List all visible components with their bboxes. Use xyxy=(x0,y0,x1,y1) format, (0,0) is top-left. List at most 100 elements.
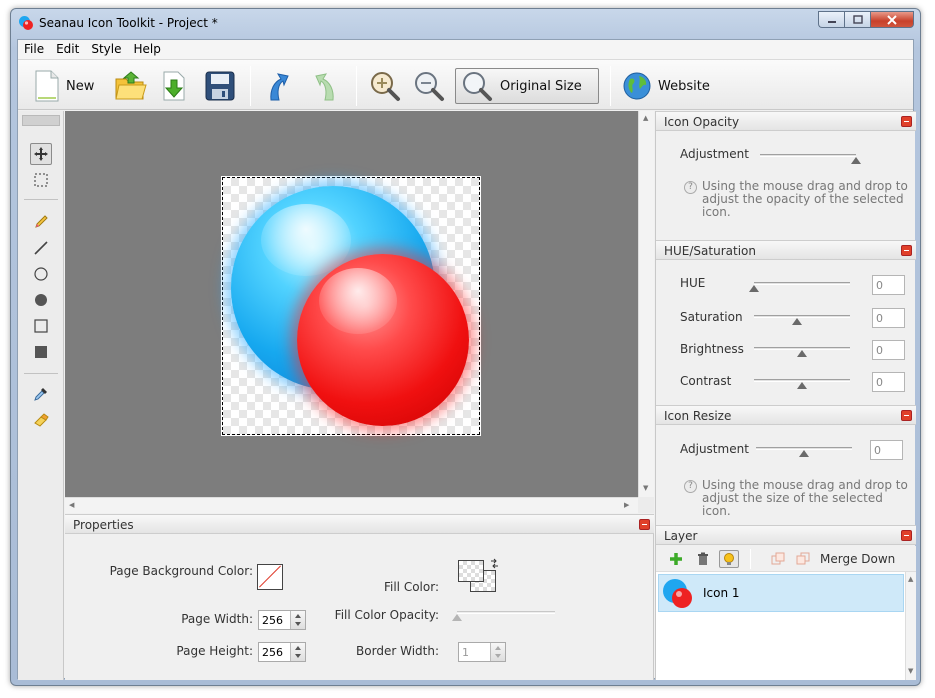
merge-down-button[interactable]: Merge Down xyxy=(820,552,895,566)
website-button[interactable]: Website xyxy=(622,68,710,104)
hue-slider[interactable] xyxy=(749,279,850,292)
slider-thumb[interactable] xyxy=(797,382,807,389)
slider-thumb[interactable] xyxy=(851,157,861,164)
canvas-area[interactable] xyxy=(65,111,638,497)
move-layer-down-button[interactable] xyxy=(793,550,813,568)
border-width-spin-buttons[interactable] xyxy=(490,643,505,661)
rectangle-filled-tool[interactable] xyxy=(30,341,52,363)
zoom-in-button[interactable] xyxy=(368,68,402,104)
marquee-select-tool[interactable] xyxy=(30,169,52,191)
zoom-in-icon xyxy=(371,72,400,101)
resize-slider[interactable] xyxy=(756,444,852,457)
icon-opacity-close-button[interactable] xyxy=(901,116,912,127)
close-button[interactable] xyxy=(870,11,914,28)
menu-bar: File Edit Style Help xyxy=(18,40,913,60)
zoom-out-button[interactable] xyxy=(412,68,446,104)
layer-item[interactable]: Icon 1 xyxy=(658,574,904,612)
add-layer-button[interactable] xyxy=(666,550,686,568)
fill-color-opacity-label: Fill Color Opacity: xyxy=(334,608,439,622)
close-icon xyxy=(887,14,897,25)
page-background-color-swatch[interactable] xyxy=(257,564,283,590)
minimize-button[interactable] xyxy=(818,11,844,28)
window-controls xyxy=(818,11,914,28)
menu-file[interactable]: File xyxy=(18,40,50,59)
icon-resize-title: Icon Resize xyxy=(664,409,732,423)
page-height-spin-buttons[interactable] xyxy=(290,643,305,661)
page-height-stepper[interactable]: 256 xyxy=(258,642,306,662)
menu-help[interactable]: Help xyxy=(127,40,166,59)
slider-track xyxy=(754,282,850,285)
brightness-slider[interactable] xyxy=(754,344,850,357)
resize-adjustment-label: Adjustment xyxy=(680,442,749,456)
rectangle-filled-icon xyxy=(35,346,47,358)
menu-style[interactable]: Style xyxy=(85,40,127,59)
layer-list-scrollbar[interactable]: ▲ ▼ xyxy=(905,572,916,680)
hue-label: HUE xyxy=(680,276,706,290)
page-width-spin-buttons[interactable] xyxy=(290,611,305,629)
move-tool[interactable] xyxy=(30,143,52,165)
fill-color-opacity-slider[interactable] xyxy=(452,608,555,621)
properties-close-button[interactable] xyxy=(639,519,650,530)
swap-colors-icon[interactable] xyxy=(489,558,500,569)
brightness-value-input[interactable]: 0 xyxy=(872,340,905,360)
saturation-slider[interactable] xyxy=(754,312,850,325)
slider-thumb[interactable] xyxy=(797,350,807,357)
ellipse-outline-tool[interactable] xyxy=(30,263,52,285)
fill-color-label: Fill Color: xyxy=(383,580,439,594)
icon-resize-close-button[interactable] xyxy=(901,410,912,421)
contrast-value-input[interactable]: 0 xyxy=(872,372,905,392)
original-size-button[interactable]: Original Size xyxy=(455,68,599,104)
eyedropper-tool[interactable] xyxy=(30,383,52,405)
contrast-slider[interactable] xyxy=(754,376,850,389)
slider-thumb[interactable] xyxy=(799,450,809,457)
line-icon xyxy=(34,241,48,255)
opacity-slider[interactable] xyxy=(760,151,861,164)
delete-layer-button[interactable] xyxy=(693,550,713,568)
scroll-down-icon[interactable]: ▼ xyxy=(908,667,913,675)
move-layer-up-button[interactable] xyxy=(768,550,788,568)
layer-close-button[interactable] xyxy=(901,530,912,541)
scroll-corner xyxy=(638,497,654,513)
border-width-stepper[interactable]: 1 xyxy=(458,642,506,662)
layer-down-icon xyxy=(796,552,810,565)
canvas-horizontal-scrollbar[interactable]: ◀ ▶ xyxy=(65,497,638,513)
scroll-right-icon[interactable]: ▶ xyxy=(624,501,629,509)
new-document-icon xyxy=(35,70,59,102)
slider-thumb[interactable] xyxy=(792,318,803,325)
ellipse-filled-tool[interactable] xyxy=(30,289,52,311)
hue-saturation-close-button[interactable] xyxy=(901,245,912,256)
page-width-stepper[interactable]: 256 xyxy=(258,610,306,630)
hue-saturation-header: HUE/Saturation xyxy=(656,240,916,260)
hue-value-input[interactable]: 0 xyxy=(872,275,905,295)
import-button[interactable] xyxy=(158,68,192,104)
scroll-up-icon[interactable]: ▲ xyxy=(908,575,913,583)
redo-button[interactable] xyxy=(312,68,338,104)
icon-document[interactable] xyxy=(221,176,481,436)
resize-hint: Using the mouse drag and drop to adjust … xyxy=(702,478,908,518)
client-area: File Edit Style Help New Original Size W… xyxy=(17,39,916,680)
tool-palette-grip[interactable] xyxy=(22,115,60,126)
line-tool[interactable] xyxy=(30,237,52,259)
icon-opacity-header: Icon Opacity xyxy=(656,111,916,131)
rectangle-outline-tool[interactable] xyxy=(30,315,52,337)
maximize-button[interactable] xyxy=(844,11,870,28)
saturation-value-input[interactable]: 0 xyxy=(872,308,905,328)
fill-color-swatch[interactable] xyxy=(458,560,484,582)
pencil-tool[interactable] xyxy=(30,211,52,233)
new-button[interactable]: New xyxy=(34,68,94,104)
slider-thumb[interactable] xyxy=(749,285,759,292)
save-button[interactable] xyxy=(204,68,236,104)
resize-value-input[interactable]: 0 xyxy=(870,440,903,460)
menu-edit[interactable]: Edit xyxy=(50,40,85,59)
canvas-vertical-scrollbar[interactable]: ▲ ▼ xyxy=(638,111,654,497)
open-button[interactable] xyxy=(114,68,148,104)
layer-visibility-button[interactable] xyxy=(719,550,739,568)
slider-thumb[interactable] xyxy=(452,614,462,621)
title-bar[interactable]: Seanau Icon Toolkit - Project * xyxy=(11,9,920,37)
tool-separator xyxy=(24,199,58,200)
scroll-left-icon[interactable]: ◀ xyxy=(69,501,74,509)
scroll-down-icon[interactable]: ▼ xyxy=(643,484,648,492)
scroll-up-icon[interactable]: ▲ xyxy=(643,114,648,122)
eraser-tool[interactable] xyxy=(30,409,52,431)
undo-button[interactable] xyxy=(266,68,292,104)
